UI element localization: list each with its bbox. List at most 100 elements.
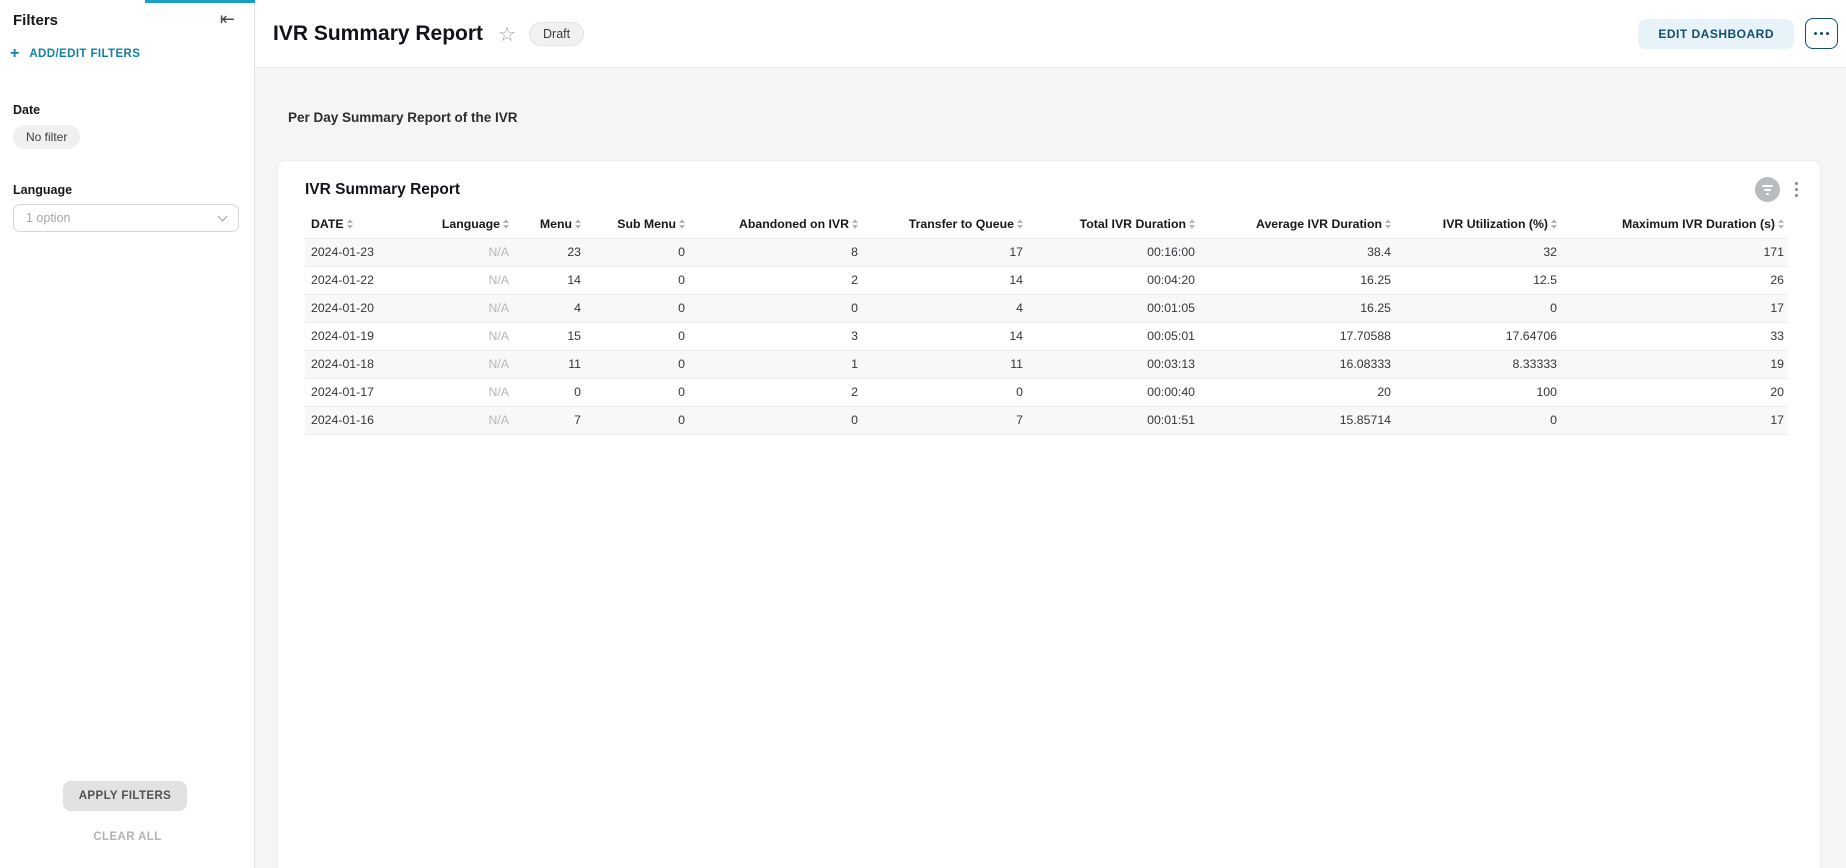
table-row: 2024-01-22N/A14021400:04:2016.2512.526 xyxy=(305,266,1788,294)
cell: 2 xyxy=(689,378,862,406)
language-select-value: 1 option xyxy=(26,211,70,225)
report-card-title: IVR Summary Report xyxy=(305,181,460,199)
cell-date: 2024-01-20 xyxy=(305,294,391,322)
language-select[interactable]: 1 option xyxy=(13,204,239,232)
cell: 8 xyxy=(689,238,862,266)
cell: 14 xyxy=(862,322,1027,350)
table-row: 2024-01-18N/A11011100:03:1316.083338.333… xyxy=(305,350,1788,378)
table-kebab-menu-icon[interactable] xyxy=(1793,180,1801,200)
cell: 23 xyxy=(513,238,585,266)
date-filter-label: Date xyxy=(13,103,40,117)
cell: 32 xyxy=(1395,238,1561,266)
cell: 16.25 xyxy=(1199,294,1395,322)
sort-icon xyxy=(852,219,858,229)
sort-icon xyxy=(1189,219,1195,229)
cell-date: 2024-01-22 xyxy=(305,266,391,294)
cell: 0 xyxy=(689,406,862,434)
more-options-button[interactable] xyxy=(1805,18,1838,49)
filters-panel-title: Filters xyxy=(13,12,58,29)
column-header-label: Sub Menu xyxy=(617,217,676,231)
cell: N/A xyxy=(391,378,513,406)
language-filter-label: Language xyxy=(13,183,72,197)
cell: N/A xyxy=(391,294,513,322)
plus-icon: + xyxy=(10,46,19,62)
cell-date: 2024-01-23 xyxy=(305,238,391,266)
status-badge: Draft xyxy=(529,22,584,46)
cell: 19 xyxy=(1561,350,1788,378)
cell: N/A xyxy=(391,406,513,434)
sort-icon xyxy=(1778,219,1784,229)
cell: 00:03:13 xyxy=(1027,350,1199,378)
cell: 4 xyxy=(513,294,585,322)
column-header-label: Language xyxy=(442,217,500,231)
table-row: 2024-01-20N/A400400:01:0516.25017 xyxy=(305,294,1788,322)
cell: 11 xyxy=(513,350,585,378)
cell: 16.08333 xyxy=(1199,350,1395,378)
cell: 33 xyxy=(1561,322,1788,350)
cell: 0 xyxy=(585,350,689,378)
cell: N/A xyxy=(391,266,513,294)
cell: 00:05:01 xyxy=(1027,322,1199,350)
edit-dashboard-button[interactable]: EDIT DASHBOARD xyxy=(1638,19,1794,49)
sort-icon xyxy=(347,219,353,229)
cell: 0 xyxy=(585,378,689,406)
date-filter-chip[interactable]: No filter xyxy=(13,125,80,149)
cell: 0 xyxy=(689,294,862,322)
column-header-label: Abandoned on IVR xyxy=(739,217,849,231)
cell: 0 xyxy=(585,406,689,434)
column-header-maximum-ivr-duration-s[interactable]: Maximum IVR Duration (s) xyxy=(1561,211,1788,238)
collapse-sidebar-icon[interactable]: ⇤ xyxy=(220,11,235,29)
table-row: 2024-01-16N/A700700:01:5115.85714017 xyxy=(305,406,1788,434)
cell: 7 xyxy=(513,406,585,434)
column-header-label: DATE xyxy=(311,217,344,231)
cell: 8.33333 xyxy=(1395,350,1561,378)
column-header-abandoned-on-ivr[interactable]: Abandoned on IVR xyxy=(689,211,862,238)
column-header-date[interactable]: DATE xyxy=(305,211,391,238)
column-header-language[interactable]: Language xyxy=(391,211,513,238)
add-edit-filters-button[interactable]: + ADD/EDIT FILTERS xyxy=(10,46,140,62)
table-filter-icon[interactable] xyxy=(1755,177,1780,202)
report-table: DATE Language Menu Sub Menu Abandoned on IVR… xyxy=(305,211,1788,435)
cell: N/A xyxy=(391,238,513,266)
cell: 00:01:51 xyxy=(1027,406,1199,434)
column-header-menu[interactable]: Menu xyxy=(513,211,585,238)
cell: 17.70588 xyxy=(1199,322,1395,350)
column-header-sub-menu[interactable]: Sub Menu xyxy=(585,211,689,238)
cell: 0 xyxy=(862,378,1027,406)
clear-all-button[interactable]: CLEAR ALL xyxy=(0,831,255,843)
cell: 0 xyxy=(585,294,689,322)
accent-top-bar xyxy=(145,0,255,3)
table-row: 2024-01-17N/A002000:00:402010020 xyxy=(305,378,1788,406)
cell: 15 xyxy=(513,322,585,350)
cell: N/A xyxy=(391,350,513,378)
cell: 17 xyxy=(862,238,1027,266)
sort-icon xyxy=(503,219,509,229)
sort-icon xyxy=(1551,219,1557,229)
cell: 0 xyxy=(1395,294,1561,322)
column-header-total-ivr-duration[interactable]: Total IVR Duration xyxy=(1027,211,1199,238)
cell: 38.4 xyxy=(1199,238,1395,266)
column-header-ivr-utilization[interactable]: IVR Utilization (%) xyxy=(1395,211,1561,238)
table-row: 2024-01-23N/A23081700:16:0038.432171 xyxy=(305,238,1788,266)
dashboard-description: Per Day Summary Report of the IVR xyxy=(288,110,518,125)
cell: 11 xyxy=(862,350,1027,378)
cell: 20 xyxy=(1561,378,1788,406)
cell: 0 xyxy=(585,266,689,294)
apply-filters-button[interactable]: APPLY FILTERS xyxy=(63,781,187,811)
column-header-label: Menu xyxy=(540,217,572,231)
column-header-transfer-to-queue[interactable]: Transfer to Queue xyxy=(862,211,1027,238)
cell: 14 xyxy=(513,266,585,294)
cell: 1 xyxy=(689,350,862,378)
cell: 00:16:00 xyxy=(1027,238,1199,266)
cell: 00:01:05 xyxy=(1027,294,1199,322)
sort-icon xyxy=(1385,219,1391,229)
main-area: IVR Summary Report ☆ Draft EDIT DASHBOAR… xyxy=(255,0,1846,868)
column-header-average-ivr-duration[interactable]: Average IVR Duration xyxy=(1199,211,1395,238)
cell: 2 xyxy=(689,266,862,294)
sort-icon xyxy=(575,219,581,229)
favorite-star-icon[interactable]: ☆ xyxy=(498,24,516,44)
cell: 0 xyxy=(585,238,689,266)
cell: 20 xyxy=(1199,378,1395,406)
cell: 26 xyxy=(1561,266,1788,294)
column-header-label: IVR Utilization (%) xyxy=(1443,217,1548,231)
